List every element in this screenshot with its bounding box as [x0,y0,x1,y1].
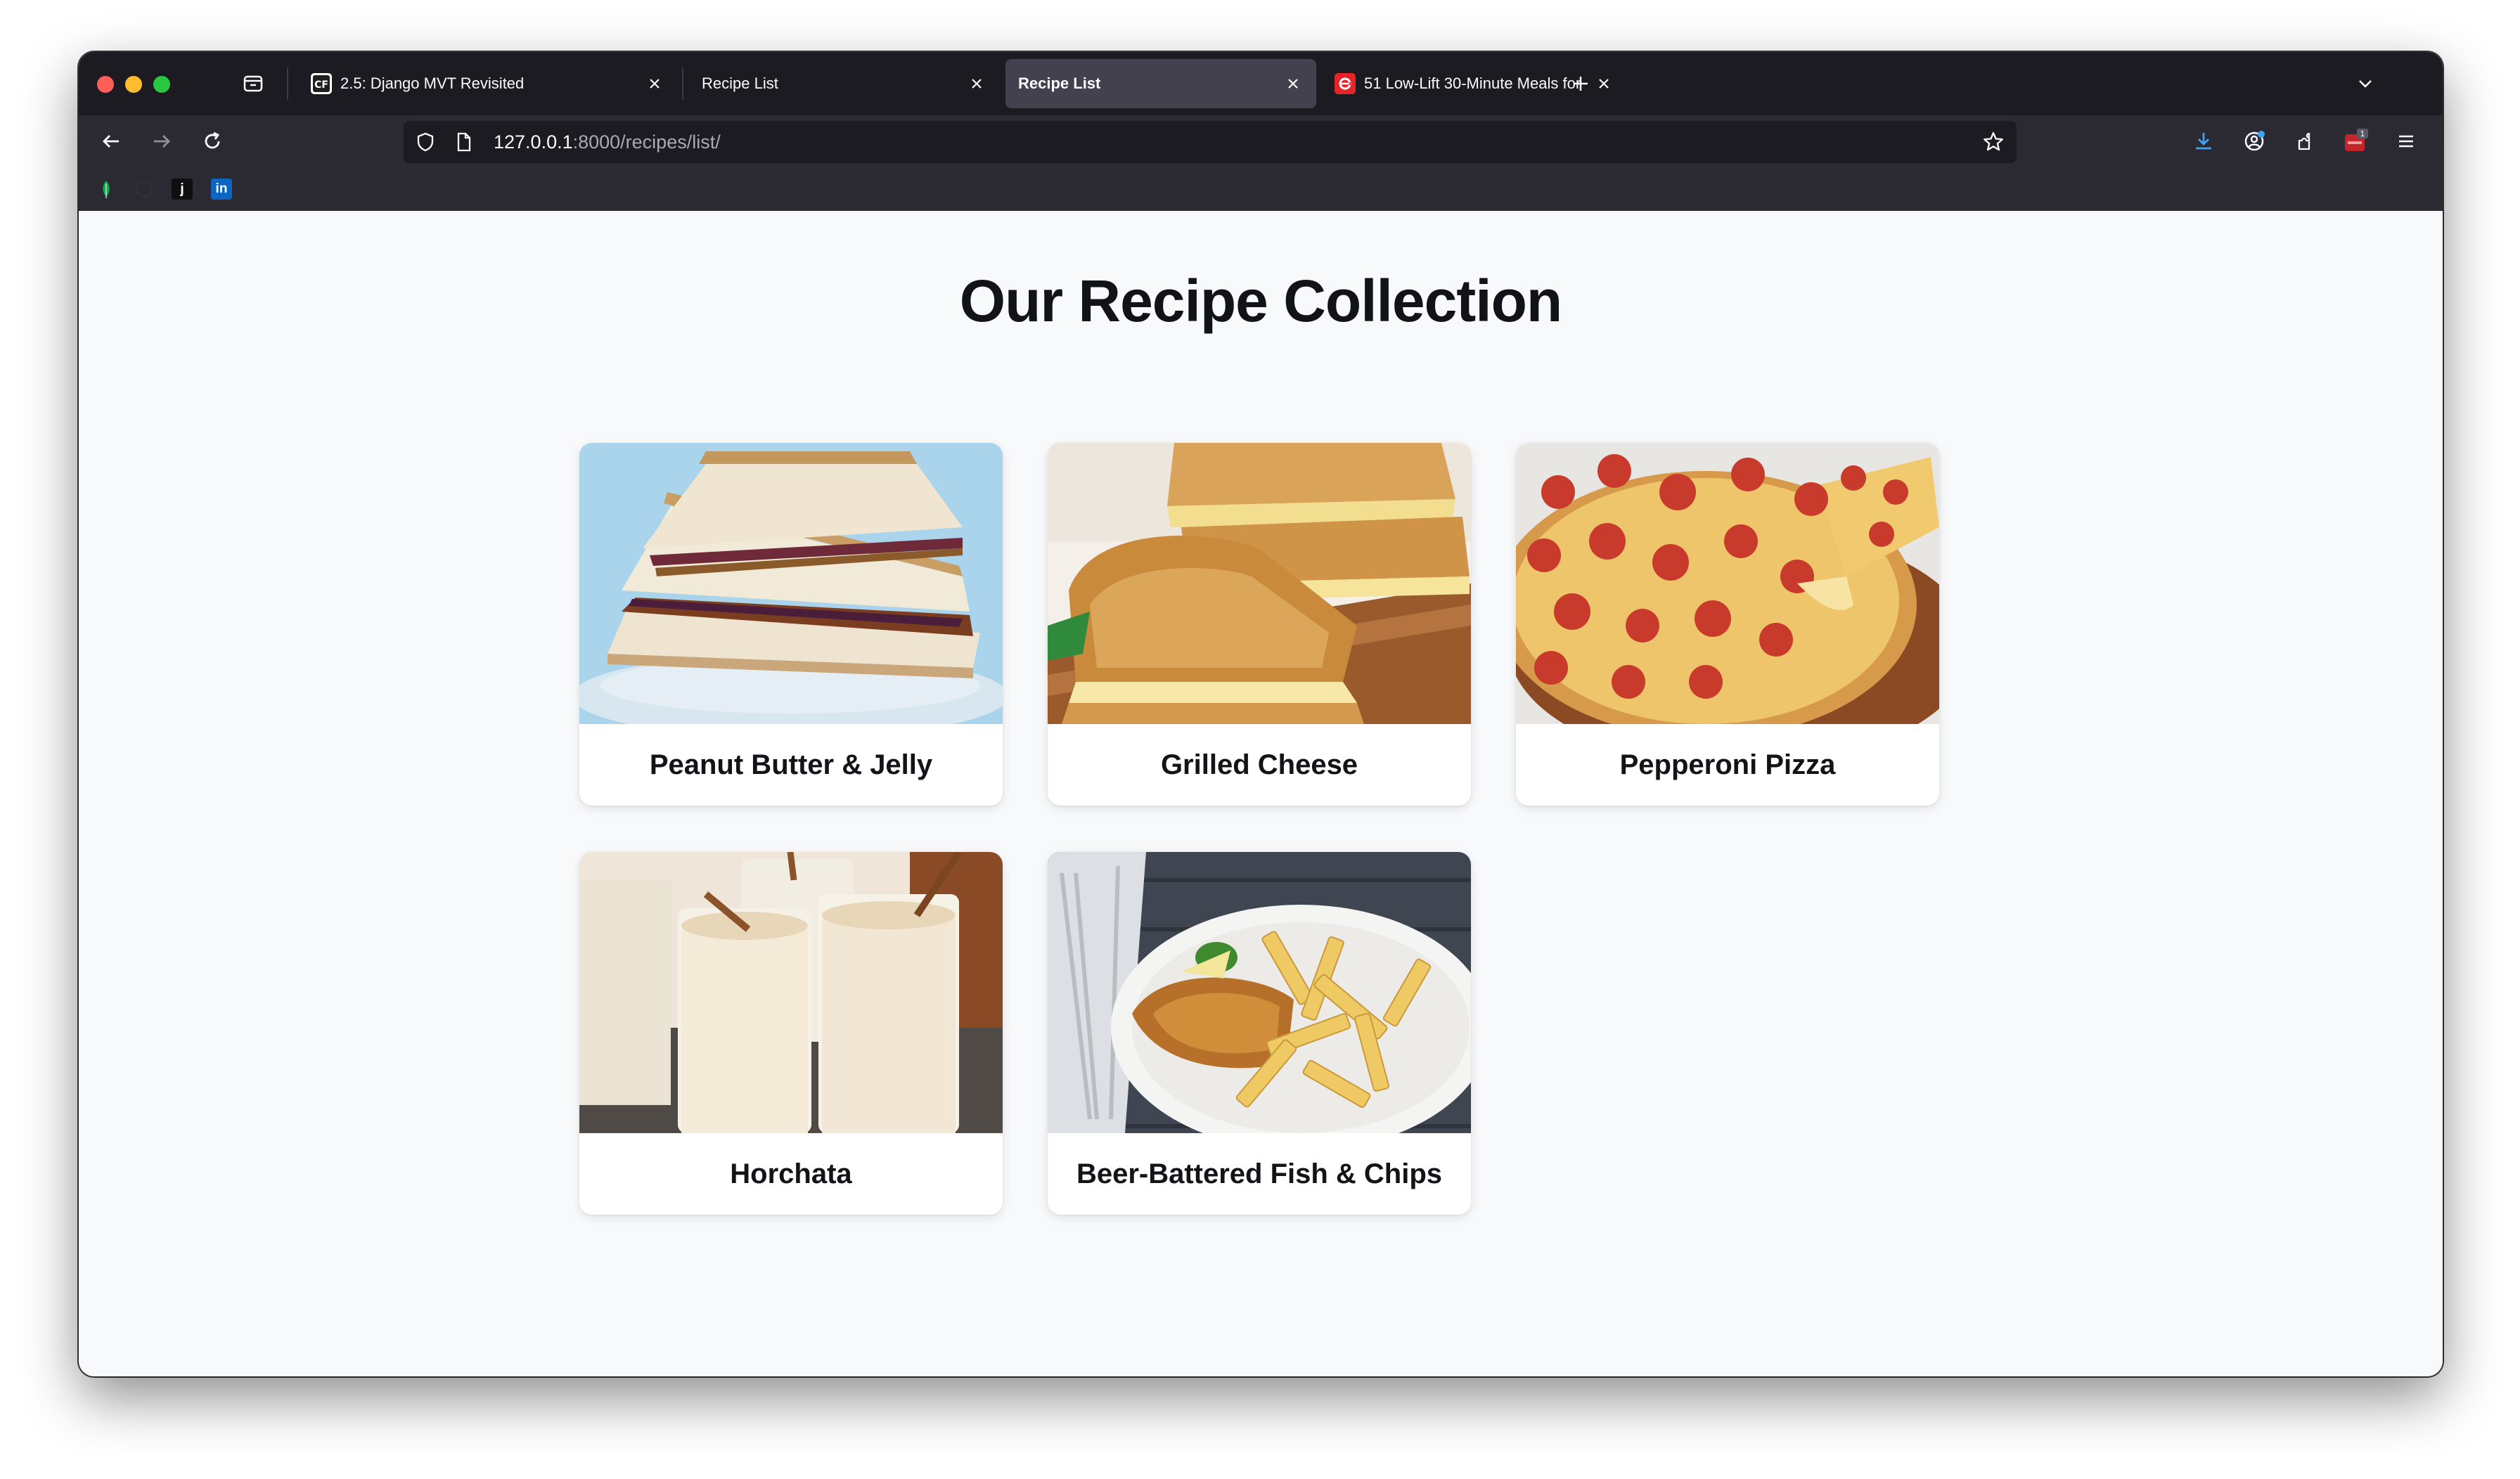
recipe-name[interactable]: Peanut Butter & Jelly [579,724,1003,806]
reload-icon[interactable] [198,127,226,155]
download-icon[interactable] [2190,127,2218,155]
tab-title: Recipe List [1018,75,1101,92]
tab-title: Recipe List [702,75,778,92]
recipe-card-horchata[interactable]: Horchata [579,852,1003,1215]
linkedin-icon[interactable]: in [211,179,232,200]
recipe-name[interactable]: Horchata [579,1133,1003,1215]
address-bar[interactable]: 127.0.0.1:8000/recipes/list/ [404,121,2017,163]
menu-hamburger-icon[interactable] [2392,127,2420,155]
horchata-photo[interactable] [579,852,1003,1133]
tab-title: 2.5: Django MVT Revisited [340,75,525,92]
extensions-icon[interactable] [2291,127,2319,155]
cf-icon: CF [311,73,332,94]
close-tab-icon[interactable] [1282,73,1304,94]
account-icon[interactable] [2240,127,2268,155]
minimize-window-button[interactable] [125,76,142,93]
close-tab-icon[interactable] [644,73,665,94]
page-content: Our Recipe Collection Peanut Butter & Je… [79,211,2443,1376]
mongodb-leaf-icon[interactable] [96,179,117,200]
tab-separator [682,67,683,100]
recipe-name[interactable]: Grilled Cheese [1048,724,1471,806]
tab-overview-icon[interactable] [240,71,266,96]
github-icon[interactable] [134,179,155,200]
recipe-card-peanut-butter-jelly[interactable]: Peanut Butter & Jelly [579,443,1003,806]
recipe-card-grilled-cheese[interactable]: Grilled Cheese [1048,443,1471,806]
epicurious-icon [1335,73,1356,94]
pbj-sandwich-photo[interactable] [579,443,1003,724]
close-tab-icon[interactable] [966,73,987,94]
tab-bar: CF 2.5: Django MVT Revisited Recipe List… [79,52,2443,115]
url-text[interactable]: 127.0.0.1:8000/recipes/list/ [494,131,721,153]
close-tab-icon[interactable] [1593,73,1614,94]
svg-text:CF: CF [314,79,328,91]
tab-title: 51 Low-Lift 30-Minute Meals for [1364,75,1581,92]
window-controls [97,76,170,93]
tab-separator [287,67,288,100]
recipe-name[interactable]: Pepperoni Pizza [1516,724,1939,806]
tab-django-mvt[interactable]: CF 2.5: Django MVT Revisited [298,59,678,108]
url-host: 127.0.0.1 [494,131,573,153]
extension-badge-icon[interactable]: 1 [2341,127,2370,155]
linkedin-icon-label: in [215,181,228,196]
page-icon[interactable] [451,130,475,154]
close-window-button[interactable] [97,76,114,93]
url-path: :8000/recipes/list/ [572,131,721,153]
browser-window: CF 2.5: Django MVT Revisited Recipe List… [79,52,2443,1376]
recipe-card-pepperoni-pizza[interactable]: Pepperoni Pizza [1516,443,1939,806]
bookmarks-toolbar: j in [79,167,2443,211]
back-icon[interactable] [97,127,125,155]
fish-and-chips-photo[interactable] [1048,852,1471,1133]
pepperoni-pizza-photo[interactable] [1516,443,1939,724]
forward-icon[interactable] [148,127,176,155]
chevron-down-icon[interactable] [2353,71,2378,96]
badge-count: 1 [2360,129,2365,138]
page-title: Our Recipe Collection [959,268,1563,334]
star-bookmark-icon[interactable] [1980,129,2007,155]
grilled-cheese-photo[interactable] [1048,443,1471,724]
tab-recipe-list[interactable]: Recipe List [689,59,1000,108]
recipe-name[interactable]: Beer-Battered Fish & Chips [1048,1133,1471,1215]
j-icon[interactable]: j [172,179,193,200]
recipe-card-fish-and-chips[interactable]: Beer-Battered Fish & Chips [1048,852,1471,1215]
navigation-bar: 127.0.0.1:8000/recipes/list/ 1 [79,115,2443,167]
shield-icon[interactable] [413,130,437,154]
tab-recipe-list-active[interactable]: Recipe List [1005,59,1316,108]
j-icon-label: j [180,181,184,197]
maximize-window-button[interactable] [153,76,170,93]
new-tab-icon[interactable] [1568,71,1593,96]
